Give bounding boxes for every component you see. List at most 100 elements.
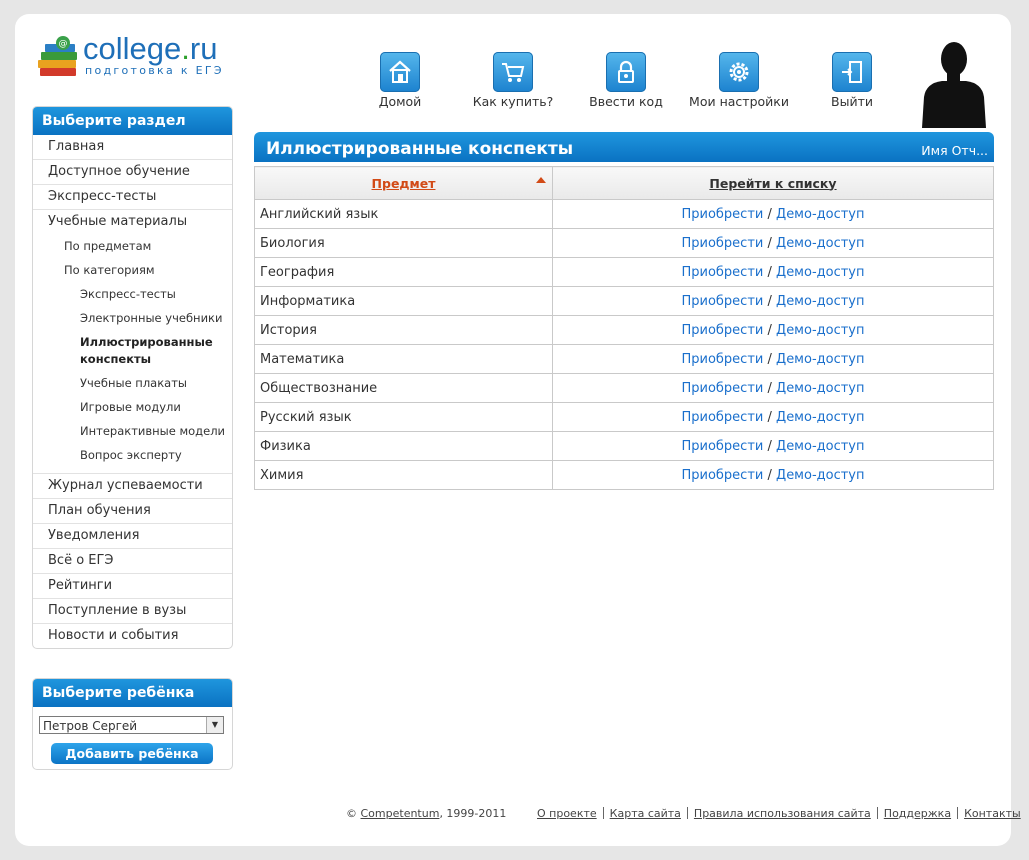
sidebar-sections: Выберите раздел Главная Доступное обучен… (32, 106, 233, 649)
demo-access-link[interactable]: Демо-доступ (776, 352, 864, 367)
user-avatar[interactable] (914, 35, 991, 128)
buy-link[interactable]: Приобрести (681, 265, 763, 280)
sidebar-sub2-game-modules[interactable]: Игровые модули (33, 395, 232, 419)
link-separator: / (767, 380, 772, 396)
demo-access-link[interactable]: Демо-доступ (776, 439, 864, 454)
page-title: Иллюстрированные конспекты (266, 139, 574, 159)
buy-link[interactable]: Приобрести (681, 410, 763, 425)
sidebar-sub2-e-textbooks[interactable]: Электронные учебники (33, 306, 232, 330)
footer-copyright: © Competentum, 1999-2011 (346, 807, 507, 820)
footer-link-contacts[interactable]: Контакты (964, 807, 1021, 820)
sidebar-sub2-illustrated-notes[interactable]: Иллюстрированные конспекты (33, 330, 220, 371)
link-separator: / (767, 351, 772, 367)
buy-link[interactable]: Приобрести (681, 323, 763, 338)
buy-link[interactable]: Приобрести (681, 468, 763, 483)
subject-cell: Химия (254, 460, 553, 490)
demo-access-link[interactable]: Демо-доступ (776, 381, 864, 396)
site-logo[interactable]: @ college.ru подготовка к ЕГЭ (37, 31, 237, 85)
gear-icon (719, 52, 759, 92)
demo-access-link[interactable]: Демо-доступ (776, 410, 864, 425)
footer-separator (957, 807, 959, 819)
sidebar-item-main[interactable]: Главная (33, 135, 232, 160)
add-child-button[interactable]: Добавить ребёнка (51, 743, 213, 764)
table-header-row: Предмет Перейти к списку (254, 166, 994, 200)
table-row: Физика Приобрести / Демо-доступ (254, 431, 994, 461)
footer-link-support[interactable]: Поддержка (884, 807, 951, 820)
sidebar-item-notifications[interactable]: Уведомления (33, 524, 232, 549)
nav-settings[interactable]: Мои настройки (684, 52, 794, 109)
footer-separator (876, 807, 878, 819)
sidebar-sub-by-category[interactable]: По категориям (33, 258, 232, 282)
subject-cell: Обществознание (254, 373, 553, 403)
footer-link-rules[interactable]: Правила использования сайта (694, 807, 871, 820)
cart-icon (493, 52, 533, 92)
link-separator: / (767, 264, 772, 280)
child-selector-box: Выберите ребёнка Петров Сергей ▼ Добавит… (32, 678, 233, 770)
sidebar-item-news[interactable]: Новости и события (33, 624, 232, 648)
link-separator: / (767, 438, 772, 454)
buy-link[interactable]: Приобрести (681, 294, 763, 309)
sidebar-title: Выберите раздел (33, 107, 232, 135)
actions-cell: Приобрести / Демо-доступ (552, 373, 994, 403)
footer-link-sitemap[interactable]: Карта сайта (610, 807, 681, 820)
actions-cell: Приобрести / Демо-доступ (552, 199, 994, 229)
column-header-subject[interactable]: Предмет (254, 166, 553, 200)
nav-logout[interactable]: Выйти (797, 52, 907, 109)
column-header-go-to-list[interactable]: Перейти к списку (552, 166, 994, 200)
sidebar-item-about-ege[interactable]: Всё о ЕГЭ (33, 549, 232, 574)
demo-access-link[interactable]: Демо-доступ (776, 236, 864, 251)
table-row: Русский язык Приобрести / Демо-доступ (254, 402, 994, 432)
chevron-down-icon[interactable]: ▼ (206, 717, 223, 733)
footer-link-about[interactable]: О проекте (537, 807, 597, 820)
lock-icon (606, 52, 646, 92)
nav-home-label: Домой (378, 94, 422, 109)
sidebar-item-study-plan[interactable]: План обучения (33, 499, 232, 524)
sidebar-sub2-ask-expert[interactable]: Вопрос эксперту (33, 443, 232, 467)
footer-separator (602, 807, 604, 819)
actions-cell: Приобрести / Демо-доступ (552, 402, 994, 432)
demo-access-link[interactable]: Демо-доступ (776, 294, 864, 309)
sidebar-item-ratings[interactable]: Рейтинги (33, 574, 232, 599)
subject-cell: Физика (254, 431, 553, 461)
buy-link[interactable]: Приобрести (681, 207, 763, 222)
sidebar-sub2-posters[interactable]: Учебные плакаты (33, 371, 232, 395)
nav-how-to-buy[interactable]: Как купить? (458, 52, 568, 109)
sidebar-item-available-learning[interactable]: Доступное обучение (33, 160, 232, 185)
user-name[interactable]: Имя Отч... (921, 143, 988, 158)
footer-company-link[interactable]: Competentum (361, 807, 440, 820)
sidebar-item-study-materials[interactable]: Учебные материалы (33, 210, 232, 234)
link-separator: / (767, 206, 772, 222)
buy-link[interactable]: Приобрести (681, 352, 763, 367)
subject-cell: Английский язык (254, 199, 553, 229)
actions-cell: Приобрести / Демо-доступ (552, 460, 994, 490)
child-select-dropdown[interactable]: Петров Сергей ▼ (39, 716, 224, 734)
sidebar-sub2-interactive-models[interactable]: Интерактивные модели (33, 419, 232, 443)
sidebar-item-express-tests[interactable]: Экспресс-тесты (33, 185, 232, 210)
actions-cell: Приобрести / Демо-доступ (552, 257, 994, 287)
buy-link[interactable]: Приобрести (681, 381, 763, 396)
person-silhouette-icon (914, 35, 991, 128)
sidebar-sub-by-subject[interactable]: По предметам (33, 234, 232, 258)
sidebar-item-gradebook[interactable]: Журнал успеваемости (33, 474, 232, 499)
link-separator: / (767, 409, 772, 425)
exit-door-icon (832, 52, 872, 92)
demo-access-link[interactable]: Демо-доступ (776, 265, 864, 280)
buy-link[interactable]: Приобрести (681, 439, 763, 454)
demo-access-link[interactable]: Демо-доступ (776, 323, 864, 338)
demo-access-link[interactable]: Демо-доступ (776, 468, 864, 483)
sidebar-sub2-express-tests[interactable]: Экспресс-тесты (33, 282, 232, 306)
table-row: Химия Приобрести / Демо-доступ (254, 460, 994, 490)
logo-subtitle: подготовка к ЕГЭ (85, 64, 224, 77)
subject-cell: Информатика (254, 286, 553, 316)
actions-cell: Приобрести / Демо-доступ (552, 431, 994, 461)
link-separator: / (767, 293, 772, 309)
table-row: Английский язык Приобрести / Демо-доступ (254, 199, 994, 229)
buy-link[interactable]: Приобрести (681, 236, 763, 251)
nav-home[interactable]: Домой (345, 52, 455, 109)
actions-cell: Приобрести / Демо-доступ (552, 228, 994, 258)
sidebar-item-admission[interactable]: Поступление в вузы (33, 599, 232, 624)
demo-access-link[interactable]: Демо-доступ (776, 207, 864, 222)
nav-how-to-buy-label: Как купить? (472, 94, 554, 109)
nav-enter-code[interactable]: Ввести код (571, 52, 681, 109)
table-row: Обществознание Приобрести / Демо-доступ (254, 373, 994, 403)
